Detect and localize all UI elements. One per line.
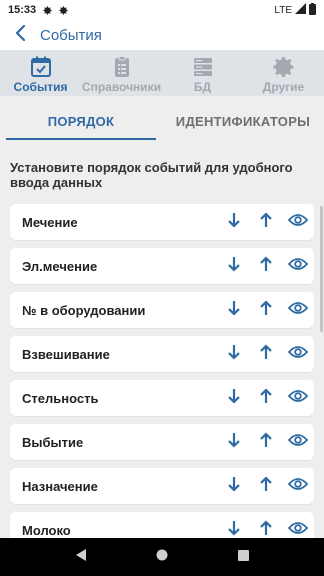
eye-icon <box>287 213 309 232</box>
status-time: 15:33 <box>8 4 37 16</box>
visibility-toggle[interactable] <box>282 468 314 504</box>
move-up-button[interactable] <box>250 292 282 328</box>
nav-item-label: События <box>13 80 68 94</box>
circle-home-icon <box>156 548 168 566</box>
move-down-button[interactable] <box>218 292 250 328</box>
settings-notification-icon <box>42 5 53 16</box>
move-up-button[interactable] <box>250 468 282 504</box>
system-recents-button[interactable] <box>233 547 253 567</box>
tab-order[interactable]: ПОРЯДОК <box>0 96 162 146</box>
move-down-button[interactable] <box>218 336 250 372</box>
arrow-up-icon <box>260 255 272 277</box>
nav-item-label: Другие <box>262 80 305 94</box>
page-title: События <box>40 26 102 44</box>
nav-item-label: БД <box>193 80 212 94</box>
calendar-check-icon <box>29 55 53 79</box>
move-down-button[interactable] <box>218 248 250 284</box>
event-label: Стельность <box>22 390 99 406</box>
visibility-toggle[interactable] <box>282 336 314 372</box>
square-recents-icon <box>237 548 249 566</box>
app-bar: События <box>0 20 324 50</box>
move-down-button[interactable] <box>218 424 250 460</box>
move-up-button[interactable] <box>250 336 282 372</box>
arrow-down-icon <box>228 432 240 453</box>
nav-item-references[interactable]: Справочники <box>81 50 162 96</box>
eye-icon <box>287 257 309 276</box>
status-bar: 15:33 LTE <box>0 0 324 20</box>
signal-icon <box>295 3 306 17</box>
settings-notification-icon <box>58 5 69 16</box>
arrow-up-icon <box>260 299 272 321</box>
eye-icon <box>287 389 309 408</box>
move-up-button[interactable] <box>250 248 282 284</box>
move-up-button[interactable] <box>250 380 282 416</box>
move-up-button[interactable] <box>250 424 282 460</box>
event-label: Мечение <box>22 214 78 230</box>
arrow-down-icon <box>228 256 240 277</box>
event-label: Назначение <box>22 478 98 494</box>
clipboard-list-icon <box>110 55 134 79</box>
arrow-up-icon <box>260 475 272 497</box>
nav-item-label: Справочники <box>81 80 162 94</box>
list-item: Выбытие <box>10 424 314 460</box>
arrow-up-icon <box>260 431 272 453</box>
event-label: Взвешивание <box>22 346 110 362</box>
arrow-down-icon <box>228 212 240 233</box>
list-item: Эл.мечение <box>10 248 314 284</box>
visibility-toggle[interactable] <box>282 248 314 284</box>
eye-icon <box>287 477 309 496</box>
arrow-up-icon <box>260 343 272 365</box>
battery-icon <box>309 2 316 18</box>
system-back-button[interactable] <box>71 547 91 567</box>
gear-icon <box>272 55 296 79</box>
nav-item-database[interactable]: БД <box>162 50 243 96</box>
arrow-down-icon <box>228 344 240 365</box>
visibility-toggle[interactable] <box>282 204 314 240</box>
arrow-down-icon <box>228 300 240 321</box>
eye-icon <box>287 345 309 364</box>
event-label: Молоко <box>22 522 71 538</box>
move-down-button[interactable] <box>218 204 250 240</box>
event-list: Мечение Эл.мечение № в оборудовании Взве… <box>10 204 314 556</box>
database-icon <box>191 55 215 79</box>
top-navigation: События Справочники БД Другие <box>0 50 324 96</box>
move-down-button[interactable] <box>218 468 250 504</box>
event-label: Эл.мечение <box>22 258 98 274</box>
visibility-toggle[interactable] <box>282 424 314 460</box>
list-item: № в оборудовании <box>10 292 314 328</box>
list-item: Мечение <box>10 204 314 240</box>
chevron-left-icon <box>14 24 26 47</box>
eye-icon <box>287 301 309 320</box>
arrow-down-icon <box>228 476 240 497</box>
system-navigation-bar <box>0 538 324 576</box>
arrow-up-icon <box>260 211 272 233</box>
move-down-button[interactable] <box>218 380 250 416</box>
list-item: Взвешивание <box>10 336 314 372</box>
tab-bar: ПОРЯДОК ИДЕНТИФИКАТОРЫ <box>0 96 324 146</box>
arrow-up-icon <box>260 387 272 409</box>
eye-icon <box>287 521 309 540</box>
scrollbar[interactable] <box>320 206 323 332</box>
hint-text: Установите порядок событий для удобного … <box>10 160 293 190</box>
arrow-down-icon <box>228 388 240 409</box>
nav-item-events[interactable]: События <box>0 50 81 96</box>
event-label: № в оборудовании <box>22 302 146 318</box>
network-type: LTE <box>274 4 292 16</box>
list-item: Назначение <box>10 468 314 504</box>
move-up-button[interactable] <box>250 204 282 240</box>
eye-icon <box>287 433 309 452</box>
list-item: Стельность <box>10 380 314 416</box>
event-label: Выбытие <box>22 434 84 450</box>
visibility-toggle[interactable] <box>282 380 314 416</box>
back-button[interactable] <box>0 20 40 50</box>
system-home-button[interactable] <box>152 547 172 567</box>
visibility-toggle[interactable] <box>282 292 314 328</box>
tab-identifiers[interactable]: ИДЕНТИФИКАТОРЫ <box>162 96 324 146</box>
nav-item-other[interactable]: Другие <box>243 50 324 96</box>
triangle-back-icon <box>75 548 87 567</box>
